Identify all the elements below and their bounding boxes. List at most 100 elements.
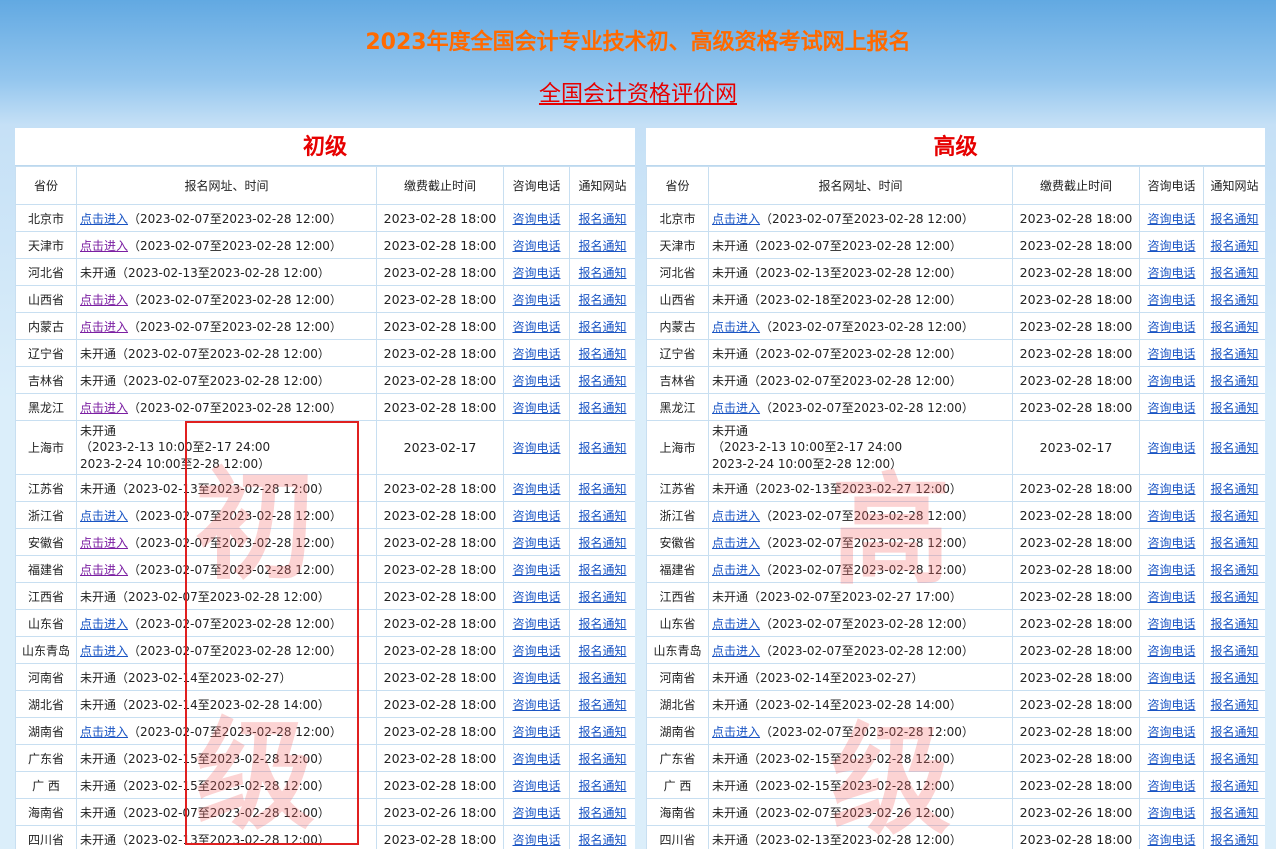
enter-link[interactable]: 点击进入 xyxy=(712,644,760,658)
consult-phone-link[interactable]: 咨询电话 xyxy=(512,212,560,226)
registration-notice-link[interactable]: 报名通知 xyxy=(578,617,626,631)
consult-phone-link[interactable]: 咨询电话 xyxy=(512,441,560,455)
consult-phone-link[interactable]: 咨询电话 xyxy=(512,239,560,253)
consult-phone-link[interactable]: 咨询电话 xyxy=(512,401,560,415)
consult-phone-link[interactable]: 咨询电话 xyxy=(512,617,560,631)
consult-phone-link[interactable]: 咨询电话 xyxy=(1147,509,1195,523)
consult-phone-link[interactable]: 咨询电话 xyxy=(1147,563,1195,577)
enter-link[interactable]: 点击进入 xyxy=(80,725,128,739)
consult-phone-link[interactable]: 咨询电话 xyxy=(1147,644,1195,658)
consult-phone-link[interactable]: 咨询电话 xyxy=(1147,833,1195,847)
registration-notice-link[interactable]: 报名通知 xyxy=(578,293,626,307)
consult-phone-link[interactable]: 咨询电话 xyxy=(1147,212,1195,226)
consult-phone-link[interactable]: 咨询电话 xyxy=(512,779,560,793)
registration-notice-link[interactable]: 报名通知 xyxy=(578,239,626,253)
enter-link[interactable]: 点击进入 xyxy=(712,536,760,550)
consult-phone-link[interactable]: 咨询电话 xyxy=(1147,482,1195,496)
registration-notice-link[interactable]: 报名通知 xyxy=(1210,590,1258,604)
enter-link[interactable]: 点击进入 xyxy=(712,509,760,523)
registration-notice-link[interactable]: 报名通知 xyxy=(1210,779,1258,793)
consult-phone-link[interactable]: 咨询电话 xyxy=(1147,441,1195,455)
enter-link[interactable]: 点击进入 xyxy=(712,320,760,334)
registration-notice-link[interactable]: 报名通知 xyxy=(1210,441,1258,455)
consult-phone-link[interactable]: 咨询电话 xyxy=(512,833,560,847)
consult-phone-link[interactable]: 咨询电话 xyxy=(512,563,560,577)
enter-link[interactable]: 点击进入 xyxy=(80,401,128,415)
registration-notice-link[interactable]: 报名通知 xyxy=(1210,617,1258,631)
consult-phone-link[interactable]: 咨询电话 xyxy=(512,671,560,685)
registration-notice-link[interactable]: 报名通知 xyxy=(1210,347,1258,361)
registration-notice-link[interactable]: 报名通知 xyxy=(578,698,626,712)
enter-link[interactable]: 点击进入 xyxy=(712,617,760,631)
registration-notice-link[interactable]: 报名通知 xyxy=(1210,239,1258,253)
enter-link[interactable]: 点击进入 xyxy=(712,212,760,226)
enter-link[interactable]: 点击进入 xyxy=(80,536,128,550)
consult-phone-link[interactable]: 咨询电话 xyxy=(1147,779,1195,793)
registration-notice-link[interactable]: 报名通知 xyxy=(578,725,626,739)
registration-notice-link[interactable]: 报名通知 xyxy=(578,401,626,415)
enter-link[interactable]: 点击进入 xyxy=(712,563,760,577)
enter-link[interactable]: 点击进入 xyxy=(712,401,760,415)
registration-notice-link[interactable]: 报名通知 xyxy=(1210,374,1258,388)
consult-phone-link[interactable]: 咨询电话 xyxy=(512,509,560,523)
registration-notice-link[interactable]: 报名通知 xyxy=(1210,509,1258,523)
consult-phone-link[interactable]: 咨询电话 xyxy=(512,320,560,334)
registration-notice-link[interactable]: 报名通知 xyxy=(578,509,626,523)
consult-phone-link[interactable]: 咨询电话 xyxy=(1147,590,1195,604)
registration-notice-link[interactable]: 报名通知 xyxy=(1210,482,1258,496)
consult-phone-link[interactable]: 咨询电话 xyxy=(512,347,560,361)
consult-phone-link[interactable]: 咨询电话 xyxy=(1147,239,1195,253)
registration-notice-link[interactable]: 报名通知 xyxy=(1210,401,1258,415)
enter-link[interactable]: 点击进入 xyxy=(80,644,128,658)
registration-notice-link[interactable]: 报名通知 xyxy=(578,320,626,334)
registration-notice-link[interactable]: 报名通知 xyxy=(578,806,626,820)
registration-notice-link[interactable]: 报名通知 xyxy=(1210,833,1258,847)
consult-phone-link[interactable]: 咨询电话 xyxy=(1147,293,1195,307)
enter-link[interactable]: 点击进入 xyxy=(80,617,128,631)
enter-link[interactable]: 点击进入 xyxy=(712,725,760,739)
registration-notice-link[interactable]: 报名通知 xyxy=(1210,644,1258,658)
consult-phone-link[interactable]: 咨询电话 xyxy=(512,752,560,766)
registration-notice-link[interactable]: 报名通知 xyxy=(578,266,626,280)
consult-phone-link[interactable]: 咨询电话 xyxy=(1147,266,1195,280)
consult-phone-link[interactable]: 咨询电话 xyxy=(1147,752,1195,766)
registration-notice-link[interactable]: 报名通知 xyxy=(578,833,626,847)
consult-phone-link[interactable]: 咨询电话 xyxy=(1147,725,1195,739)
consult-phone-link[interactable]: 咨询电话 xyxy=(512,482,560,496)
consult-phone-link[interactable]: 咨询电话 xyxy=(512,806,560,820)
registration-notice-link[interactable]: 报名通知 xyxy=(578,644,626,658)
enter-link[interactable]: 点击进入 xyxy=(80,320,128,334)
consult-phone-link[interactable]: 咨询电话 xyxy=(1147,374,1195,388)
registration-notice-link[interactable]: 报名通知 xyxy=(578,671,626,685)
consult-phone-link[interactable]: 咨询电话 xyxy=(1147,320,1195,334)
registration-notice-link[interactable]: 报名通知 xyxy=(1210,725,1258,739)
registration-notice-link[interactable]: 报名通知 xyxy=(578,482,626,496)
enter-link[interactable]: 点击进入 xyxy=(80,293,128,307)
consult-phone-link[interactable]: 咨询电话 xyxy=(1147,806,1195,820)
consult-phone-link[interactable]: 咨询电话 xyxy=(512,590,560,604)
enter-link[interactable]: 点击进入 xyxy=(80,239,128,253)
registration-notice-link[interactable]: 报名通知 xyxy=(1210,806,1258,820)
enter-link[interactable]: 点击进入 xyxy=(80,212,128,226)
site-link[interactable]: 全国会计资格评价网 xyxy=(539,82,737,107)
registration-notice-link[interactable]: 报名通知 xyxy=(578,212,626,226)
consult-phone-link[interactable]: 咨询电话 xyxy=(512,644,560,658)
registration-notice-link[interactable]: 报名通知 xyxy=(1210,752,1258,766)
registration-notice-link[interactable]: 报名通知 xyxy=(578,347,626,361)
registration-notice-link[interactable]: 报名通知 xyxy=(578,590,626,604)
consult-phone-link[interactable]: 咨询电话 xyxy=(512,293,560,307)
registration-notice-link[interactable]: 报名通知 xyxy=(1210,320,1258,334)
registration-notice-link[interactable]: 报名通知 xyxy=(1210,563,1258,577)
enter-link[interactable]: 点击进入 xyxy=(80,509,128,523)
registration-notice-link[interactable]: 报名通知 xyxy=(578,779,626,793)
consult-phone-link[interactable]: 咨询电话 xyxy=(512,266,560,280)
registration-notice-link[interactable]: 报名通知 xyxy=(1210,212,1258,226)
registration-notice-link[interactable]: 报名通知 xyxy=(578,536,626,550)
consult-phone-link[interactable]: 咨询电话 xyxy=(1147,671,1195,685)
consult-phone-link[interactable]: 咨询电话 xyxy=(1147,536,1195,550)
registration-notice-link[interactable]: 报名通知 xyxy=(1210,698,1258,712)
registration-notice-link[interactable]: 报名通知 xyxy=(578,441,626,455)
registration-notice-link[interactable]: 报名通知 xyxy=(578,752,626,766)
consult-phone-link[interactable]: 咨询电话 xyxy=(512,374,560,388)
registration-notice-link[interactable]: 报名通知 xyxy=(578,374,626,388)
